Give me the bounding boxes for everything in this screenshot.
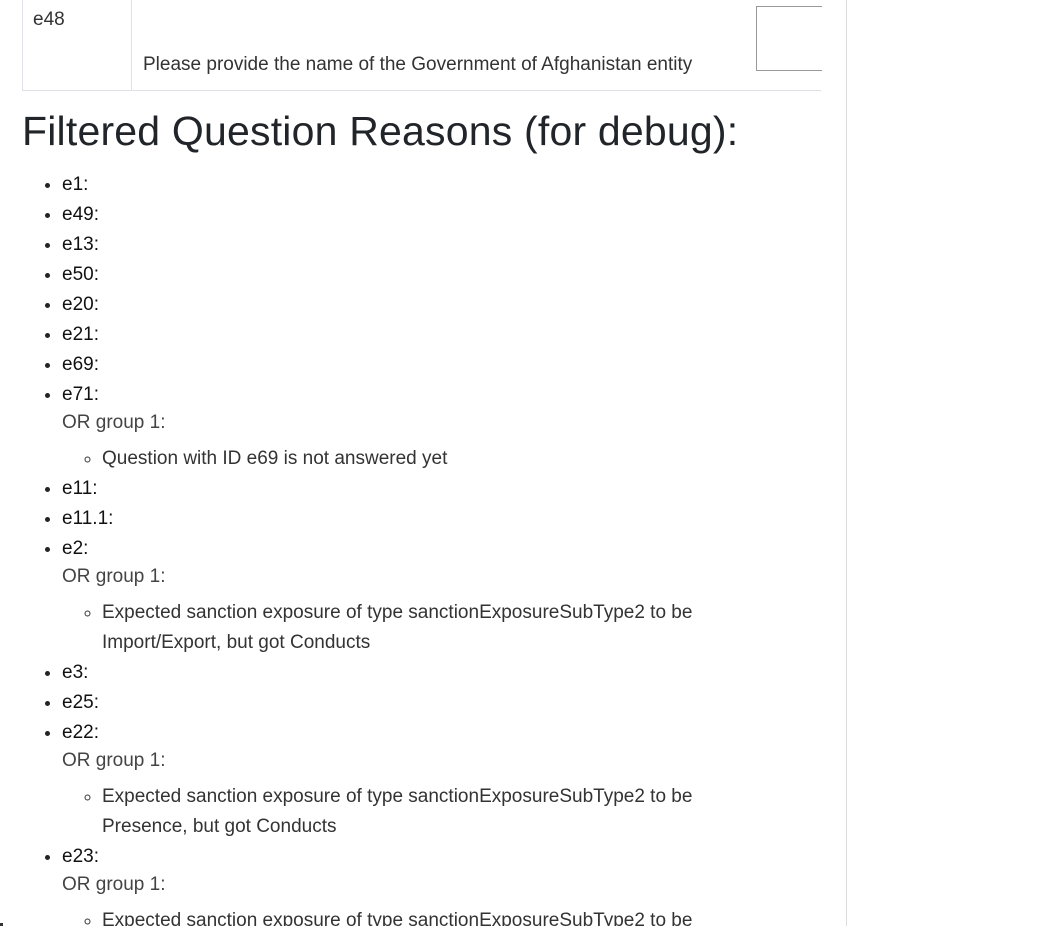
debug-section-title: Filtered Question Reasons (for debug): [22, 108, 739, 154]
reason-item: e23: OR group 1: Expected sanction exposur… [62, 842, 822, 926]
reason-item: e13: [62, 230, 822, 260]
reason-item: e25: [62, 688, 822, 718]
page-scrollbar[interactable] [1036, 0, 1042, 926]
condition-item: Expected sanction exposure of type sanct… [102, 906, 762, 926]
reason-item: e2: OR group 1: Expected sanction exposure… [62, 534, 822, 658]
condition-list: Expected sanction exposure of type sanct… [62, 598, 822, 658]
reason-item: e20: [62, 290, 822, 320]
or-group-title: OR group 1: [62, 750, 166, 771]
or-group-title: OR group 1: [62, 874, 166, 895]
condition-list: Expected sanction exposure of type sanct… [62, 906, 822, 926]
question-row: e48 Please provide the name of the Gover… [22, 0, 822, 91]
reason-question-id: e50: [62, 264, 99, 285]
or-group-title: OR group 1: [62, 566, 166, 587]
reason-question-id: e20: [62, 294, 99, 315]
reason-item: e49: [62, 200, 822, 230]
reason-item: e11.1: [62, 504, 822, 534]
filtered-reasons-list: e1: e49: e13: e50: e20: e21: e69: e71: OR group … [22, 170, 822, 926]
condition-list: Question with ID e69 is not answered yet [62, 444, 822, 474]
reason-item: e1: [62, 170, 822, 200]
reason-item: e71: OR group 1: Question with ID e69 is n… [62, 380, 822, 474]
reason-question-id: e11: [62, 478, 98, 499]
question-text: Please provide the name of the Governmen… [143, 54, 693, 75]
reason-question-id: e69: [62, 354, 99, 375]
reason-item: e22: OR group 1: Expected sanction exposur… [62, 718, 822, 842]
question-id-cell: e48 [23, 0, 132, 90]
reason-question-id: e13: [62, 234, 99, 255]
condition-item: Question with ID e69 is not answered yet [102, 444, 762, 474]
reason-question-id: e71: [62, 384, 99, 405]
condition-item: Expected sanction exposure of type sanct… [102, 782, 762, 842]
reason-item: e3: [62, 658, 822, 688]
reason-item: e11: [62, 474, 822, 504]
reason-question-id: e23: [62, 846, 99, 867]
reason-question-id: e22: [62, 722, 99, 743]
reason-item: e50: [62, 260, 822, 290]
reason-question-id: e11.1: [62, 508, 114, 529]
reason-question-id: e1: [62, 174, 89, 195]
content-divider [846, 0, 847, 926]
reason-item: e69: [62, 350, 822, 380]
reason-question-id: e49: [62, 204, 99, 225]
or-group-title: OR group 1: [62, 412, 166, 433]
government-entity-input[interactable] [756, 6, 822, 71]
reason-question-id: e25: [62, 692, 99, 713]
reason-question-id: e21: [62, 324, 99, 345]
page-viewport: e48 Please provide the name of the Gover… [0, 0, 1042, 926]
reason-item: e21: [62, 320, 822, 350]
condition-list: Expected sanction exposure of type sanct… [62, 782, 822, 842]
reason-question-id: e2: [62, 538, 89, 559]
condition-item: Expected sanction exposure of type sanct… [102, 598, 762, 658]
reason-question-id: e3: [62, 662, 89, 683]
